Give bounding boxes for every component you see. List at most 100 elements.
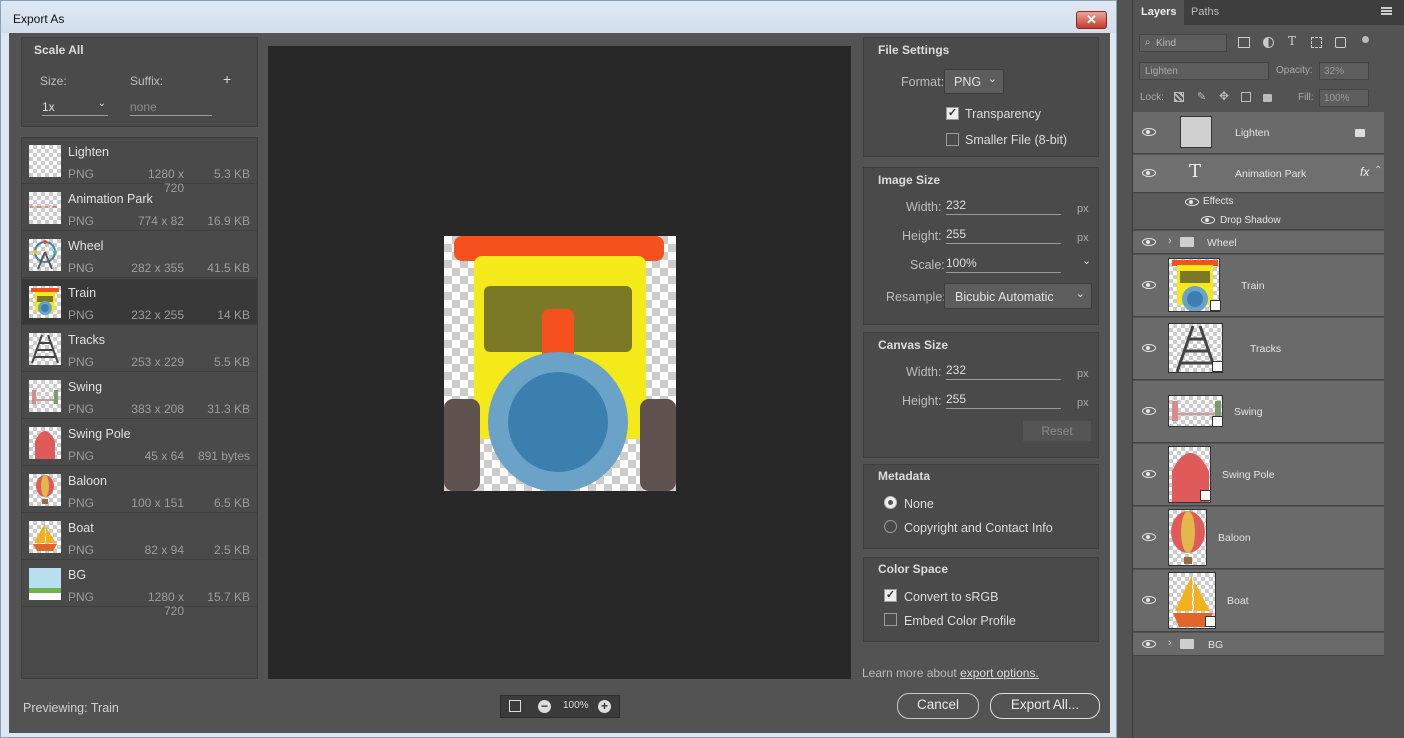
eye-icon[interactable] [1142, 344, 1156, 352]
eye-icon[interactable] [1142, 470, 1156, 478]
metadata-copyright-radio[interactable] [884, 520, 897, 533]
lock-all-icon[interactable] [1263, 94, 1272, 102]
fx-icon[interactable]: fx [1360, 165, 1369, 179]
resample-select[interactable]: Bicubic Automatic ⌄ [944, 283, 1092, 309]
asset-item-lighten[interactable]: Lighten PNG 1280 x 720 5.3 KB [22, 138, 257, 195]
layer-row-lighten[interactable]: Lighten [1133, 112, 1384, 154]
zoom-toolbar: − 100% + [500, 695, 620, 718]
close-button[interactable]: ✕ [1076, 11, 1107, 29]
asset-format: PNG [68, 590, 95, 604]
asset-item-bg[interactable]: BG PNG 1280 x 720 15.7 KB [22, 561, 257, 618]
transparency-checkbox[interactable]: ✓ [946, 107, 959, 120]
effects-row[interactable]: Effects [1133, 194, 1384, 212]
layer-row-train[interactable]: Train [1133, 255, 1384, 317]
smart-object-icon [1212, 361, 1223, 372]
eye-icon[interactable] [1142, 533, 1156, 541]
metadata-none-radio[interactable] [884, 496, 897, 509]
asset-item-boat[interactable]: Boat PNG 82 x 94 2.5 KB [22, 514, 257, 560]
dialog-titlebar[interactable]: Export As ✕ [1, 1, 1116, 33]
asset-item-baloon[interactable]: Baloon PNG 100 x 151 6.5 KB [22, 467, 257, 513]
fit-view-icon[interactable] [509, 700, 521, 712]
asset-item-swing[interactable]: Swing PNG 383 x 208 31.3 KB [22, 373, 257, 419]
smaller-file-label: Smaller File (8-bit) [965, 133, 1068, 147]
fill-input[interactable]: 100% [1319, 89, 1369, 107]
blend-mode-select[interactable]: Lighten [1139, 62, 1269, 80]
layer-row-baloon[interactable]: Baloon [1133, 507, 1384, 569]
type-filter-icon[interactable]: T [1288, 34, 1296, 48]
asset-thumbnail: Animation Park [29, 192, 61, 224]
layer-row-tracks[interactable]: Tracks [1133, 318, 1384, 380]
eye-icon[interactable] [1201, 216, 1215, 224]
layer-row-swing-pole[interactable]: Swing Pole [1133, 444, 1384, 506]
filter-kind-select[interactable]: ⌕ Kind [1139, 34, 1227, 52]
layer-name: Train [1241, 280, 1265, 292]
cancel-button[interactable]: Cancel [897, 693, 979, 719]
asset-item-wheel[interactable]: Wheel PNG 282 x 355 41.5 KB [22, 232, 257, 278]
asset-size: 14 KB [217, 308, 250, 322]
eye-icon[interactable] [1142, 238, 1156, 246]
export-options-link[interactable]: export options. [960, 666, 1039, 680]
chevron-right-icon[interactable]: › [1168, 235, 1172, 247]
fill-label: Fill: [1298, 92, 1314, 103]
opacity-input[interactable]: 32% [1319, 62, 1369, 80]
layer-row-animation-park[interactable]: T Animation Park fx ⌃ [1133, 155, 1384, 193]
lock-transparent-icon[interactable] [1174, 92, 1184, 102]
lock-artboard-icon[interactable] [1241, 92, 1251, 102]
add-scale-button[interactable]: + [223, 71, 231, 87]
preview-canvas[interactable] [268, 46, 851, 679]
zoom-out-icon[interactable]: − [538, 700, 551, 713]
smart-object-icon [1212, 416, 1223, 427]
asset-item-animation-park[interactable]: Animation Park Animation Park PNG 774 x … [22, 185, 257, 231]
adjustment-filter-icon[interactable] [1263, 37, 1274, 48]
asset-name: BG [68, 568, 87, 582]
embed-profile-checkbox[interactable] [884, 613, 897, 626]
drop-shadow-row[interactable]: Drop Shadow [1133, 212, 1384, 230]
layer-row-bg[interactable]: › BG [1133, 633, 1384, 656]
canvas-width-input[interactable]: 232 [946, 363, 1061, 380]
asset-dims: 383 x 208 [131, 402, 184, 416]
export-all-button[interactable]: Export All... [990, 693, 1100, 719]
train-preview-icon [444, 236, 676, 492]
suffix-input[interactable]: none [130, 100, 212, 116]
asset-item-swing-pole[interactable]: Swing Pole PNG 45 x 64 891 bytes [22, 420, 257, 466]
canvas-height-input[interactable]: 255 [946, 392, 1061, 409]
asset-item-tracks[interactable]: Tracks PNG 253 x 229 5.5 KB [22, 326, 257, 372]
chevron-down-icon[interactable]: ⌄ [1082, 254, 1091, 267]
wheel-thumb-icon [33, 240, 57, 270]
asset-size: 41.5 KB [207, 261, 250, 275]
canvas-size-heading: Canvas Size [878, 338, 949, 352]
chevron-up-icon[interactable]: ⌃ [1374, 165, 1382, 176]
asset-item-train[interactable]: Train PNG 232 x 255 14 KB [22, 279, 257, 325]
eye-icon[interactable] [1142, 128, 1156, 136]
tab-layers[interactable]: Layers [1133, 0, 1185, 25]
convert-srgb-checkbox[interactable]: ✓ [884, 589, 897, 602]
eye-icon[interactable] [1142, 281, 1156, 289]
image-filter-icon[interactable] [1238, 37, 1250, 48]
eye-icon[interactable] [1142, 640, 1156, 648]
eye-icon[interactable] [1185, 198, 1199, 206]
format-select[interactable]: PNG ⌄ [944, 69, 1004, 94]
height-input[interactable]: 255 [946, 227, 1061, 244]
lock-position-icon[interactable]: ✥ [1219, 89, 1229, 103]
layer-row-boat[interactable]: Boat [1133, 570, 1384, 632]
eye-icon[interactable] [1142, 407, 1156, 415]
layer-row-swing[interactable]: Swing [1133, 381, 1384, 443]
zoom-in-icon[interactable]: + [598, 700, 611, 713]
lock-paint-icon[interactable]: ✎ [1197, 90, 1206, 103]
tab-paths[interactable]: Paths [1183, 0, 1227, 25]
size-select[interactable]: 1x ⌄ [42, 98, 108, 116]
smaller-file-checkbox[interactable] [946, 133, 959, 146]
filter-toggle-icon[interactable] [1362, 36, 1369, 43]
reset-button[interactable]: Reset [1022, 420, 1092, 442]
asset-format: PNG [68, 496, 95, 510]
layer-row-wheel[interactable]: › Wheel [1133, 231, 1384, 254]
eye-icon[interactable] [1142, 596, 1156, 604]
scale-input[interactable]: 100% [946, 256, 1061, 273]
width-input[interactable]: 232 [946, 198, 1061, 215]
shape-filter-icon[interactable] [1311, 37, 1322, 48]
eye-icon[interactable] [1142, 169, 1156, 177]
scale-all-panel: Scale All Size: Suffix: + 1x ⌄ none [21, 37, 258, 127]
chevron-right-icon[interactable]: › [1168, 637, 1172, 649]
panel-menu-icon[interactable] [1381, 7, 1392, 9]
smart-object-filter-icon[interactable] [1335, 37, 1346, 48]
